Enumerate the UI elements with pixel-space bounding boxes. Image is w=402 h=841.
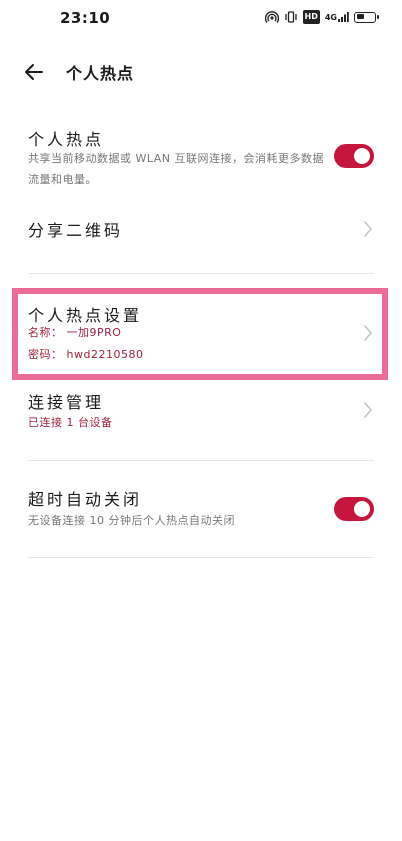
connection-management-row[interactable]: 连接管理 已连接 1 台设备 [0, 384, 402, 440]
arrow-left-icon[interactable] [22, 60, 46, 84]
page-title: 个人热点 [66, 64, 135, 83]
hotspot-description: 共享当前移动数据或 WLAN 互联网连接，会消耗更多数据流量和电量。 [28, 152, 325, 186]
hd-badge: HD [302, 10, 320, 24]
auto-off-title: 超时自动关闭 [28, 490, 143, 509]
auto-off-toggle[interactable] [334, 497, 374, 521]
hotspot-row[interactable]: 个人热点 共享当前移动数据或 WLAN 互联网连接，会消耗更多数据流量和电量。 [0, 120, 402, 200]
divider [28, 273, 374, 274]
toggle-knob [354, 501, 370, 517]
battery-outline [354, 11, 379, 23]
battery-fill [356, 14, 364, 19]
auto-off-row[interactable]: 超时自动关闭 无设备连接 10 分钟后个人热点自动关闭 [0, 480, 402, 540]
auto-off-description: 无设备连接 10 分钟后个人热点自动关闭 [28, 514, 235, 527]
hotspot-title: 个人热点 [28, 130, 105, 149]
share-qr-row[interactable]: 分享二维码 [0, 212, 402, 252]
connection-management-title: 连接管理 [28, 393, 105, 412]
share-qr-title: 分享二维码 [28, 221, 124, 240]
highlight-frame [12, 288, 388, 380]
signal-icon: 4G [325, 10, 349, 24]
status-icons: HD 4G [264, 10, 379, 24]
chevron-right-icon [362, 220, 374, 238]
signal-label: 4G [324, 12, 337, 22]
connection-status: 已连接 1 台设备 [28, 416, 113, 429]
status-time: 23:10 [60, 9, 111, 27]
vibrate-icon [284, 10, 298, 24]
page-header: 个人热点 [0, 52, 402, 92]
chevron-right-icon [362, 401, 374, 419]
battery-icon [354, 10, 379, 24]
divider [28, 557, 374, 558]
hotspot-toggle[interactable] [334, 144, 374, 168]
status-bar: 23:10 HD 4G [0, 0, 402, 36]
divider [28, 460, 374, 461]
toggle-knob [354, 148, 370, 164]
hotspot-status-icon [264, 10, 279, 24]
